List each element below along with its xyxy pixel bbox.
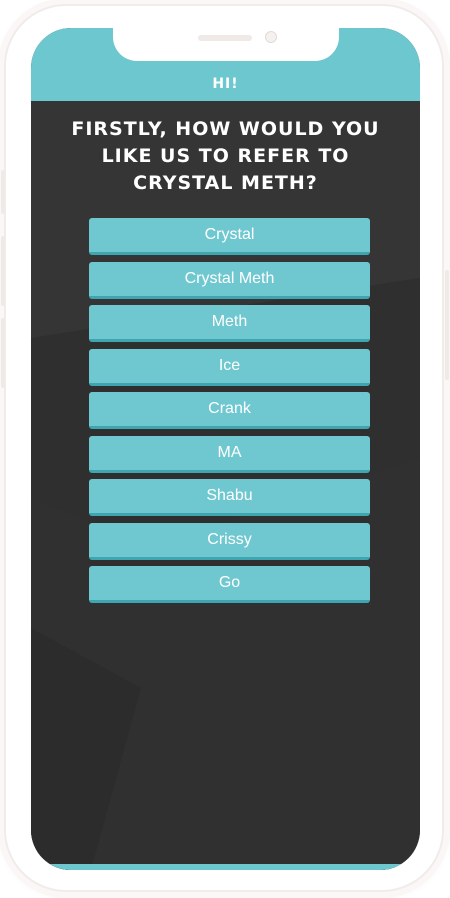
front-camera	[265, 31, 277, 43]
volume-down-button	[1, 318, 5, 388]
option-button-crystal-meth[interactable]: Crystal Meth	[89, 261, 370, 299]
option-button-crystal[interactable]: Crystal	[89, 218, 370, 255]
speaker-grille	[198, 35, 252, 41]
option-button-go[interactable]: Go	[89, 566, 370, 603]
option-button-ma[interactable]: MA	[89, 435, 370, 473]
option-button-meth[interactable]: Meth	[89, 305, 370, 342]
option-button-crissy[interactable]: Crissy	[89, 522, 370, 560]
device-notch	[113, 28, 339, 61]
option-button-ice[interactable]: Ice	[89, 348, 370, 386]
mute-switch	[1, 170, 5, 214]
answer-options-list: Crystal Crystal Meth Meth Ice Crank MA S…	[89, 218, 370, 610]
option-button-shabu[interactable]: Shabu	[89, 479, 370, 516]
power-button	[445, 270, 449, 380]
volume-up-button	[1, 236, 5, 306]
option-button-crank[interactable]: Crank	[89, 392, 370, 429]
footer-strip	[31, 864, 420, 870]
app-screen: HI! Firstly, how would you like us to re…	[31, 28, 420, 870]
question-heading: Firstly, how would you like us to refer …	[71, 118, 380, 194]
greeting-title: HI!	[212, 76, 239, 92]
